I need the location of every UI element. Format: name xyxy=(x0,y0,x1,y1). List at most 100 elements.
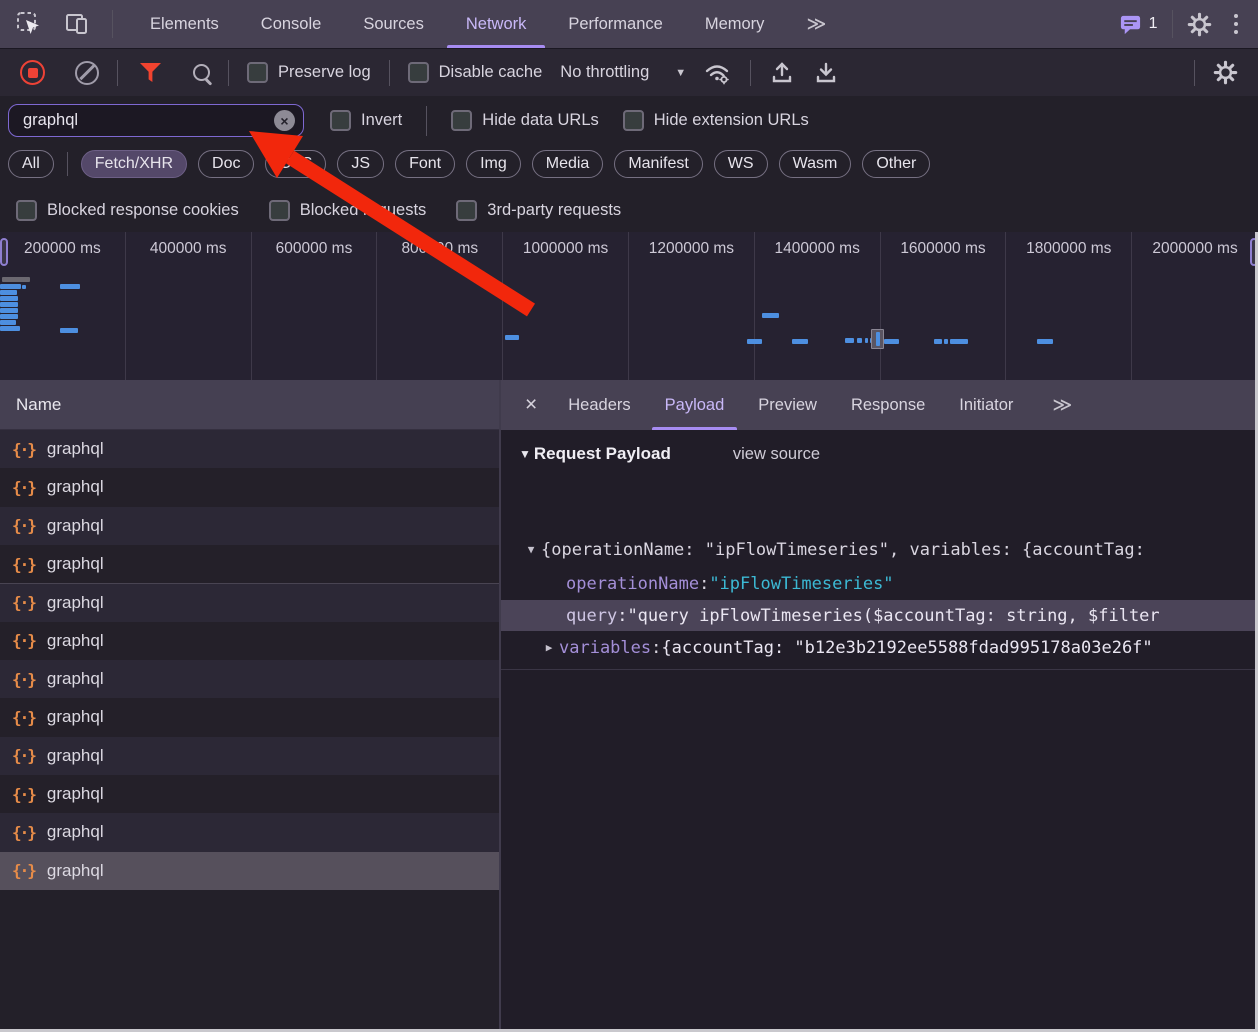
divider xyxy=(228,60,229,86)
inspect-element-icon[interactable] xyxy=(16,11,42,37)
tab-sources[interactable]: Sources xyxy=(342,0,445,48)
chip-manifest[interactable]: Manifest xyxy=(614,150,702,178)
request-row[interactable]: {·}graphql xyxy=(0,583,499,621)
chip-doc[interactable]: Doc xyxy=(198,150,254,178)
fetch-xhr-icon: {·} xyxy=(12,823,35,842)
chip-css[interactable]: CSS xyxy=(265,150,326,178)
hide-extension-urls-checkbox[interactable]: Hide extension URLs xyxy=(623,110,809,131)
blocked-requests-checkbox[interactable]: Blocked requests xyxy=(269,200,427,221)
fetch-xhr-icon: {·} xyxy=(12,746,35,765)
collapse-triangle-icon[interactable]: ▼ xyxy=(519,447,531,461)
filter-input-box[interactable]: × xyxy=(8,104,304,137)
search-icon[interactable] xyxy=(193,64,210,81)
checkbox-box xyxy=(330,110,351,131)
payload-query-line-selected[interactable]: query: "query ipFlowTimeseries($accountT… xyxy=(501,600,1258,631)
divider xyxy=(389,60,390,86)
overview-left-handle[interactable] xyxy=(0,238,8,266)
kebab-menu-icon[interactable] xyxy=(1226,14,1247,35)
checkbox-box xyxy=(456,200,477,221)
tab-network[interactable]: Network xyxy=(445,0,548,48)
tab-payload[interactable]: Payload xyxy=(648,380,742,430)
request-row[interactable]: {·}graphql xyxy=(0,468,499,506)
messages-count: 1 xyxy=(1149,15,1158,33)
chip-font[interactable]: Font xyxy=(395,150,455,178)
console-messages-badge[interactable]: 1 xyxy=(1119,13,1158,36)
throttling-dropdown[interactable]: No throttling ▼ xyxy=(560,63,686,82)
payload-operation-line[interactable]: operationName: "ipFlowTimeseries" xyxy=(501,568,1258,599)
timeline-tick: 1200000 ms xyxy=(629,232,755,380)
filter-text-input[interactable] xyxy=(21,110,255,131)
preserve-log-checkbox[interactable]: Preserve log xyxy=(247,62,371,83)
collapse-triangle-icon[interactable]: ▼ xyxy=(521,543,541,556)
disable-cache-checkbox[interactable]: Disable cache xyxy=(408,62,543,83)
fetch-xhr-icon: {·} xyxy=(12,593,35,612)
divider xyxy=(1194,60,1195,86)
filter-icon[interactable] xyxy=(140,63,161,82)
tab-response[interactable]: Response xyxy=(834,380,942,430)
chevron-double-icon: ≫ xyxy=(806,13,826,36)
chip-ws[interactable]: WS xyxy=(714,150,768,178)
tab-headers[interactable]: Headers xyxy=(551,380,647,430)
chip-js[interactable]: JS xyxy=(337,150,384,178)
filter-zone: × Invert Hide data URLs Hide extension U… xyxy=(0,96,1258,232)
close-icon[interactable]: × xyxy=(511,380,551,430)
tab-elements[interactable]: Elements xyxy=(129,0,240,48)
chip-wasm[interactable]: Wasm xyxy=(779,150,852,178)
request-row[interactable]: {·}graphql xyxy=(0,430,499,468)
tab-initiator[interactable]: Initiator xyxy=(942,380,1030,430)
chip-other[interactable]: Other xyxy=(862,150,930,178)
request-row[interactable]: {·}graphql xyxy=(0,660,499,698)
fetch-xhr-icon: {·} xyxy=(12,631,35,650)
request-row[interactable]: {·}graphql xyxy=(0,545,499,583)
timeline-tick: 1800000 ms xyxy=(1006,232,1132,380)
request-row[interactable]: {·}graphql xyxy=(0,622,499,660)
timeline-tick: 1600000 ms xyxy=(881,232,1007,380)
devtools-window: Elements Console Sources Network Perform… xyxy=(0,0,1258,1032)
settings-gear-icon[interactable] xyxy=(1187,12,1212,37)
timeline-tick: 1400000 ms xyxy=(755,232,881,380)
details-tab-bar: × Headers Payload Preview Response Initi… xyxy=(501,380,1258,430)
third-party-requests-checkbox[interactable]: 3rd-party requests xyxy=(456,200,621,221)
more-tabs-button[interactable]: ≫ xyxy=(785,0,847,48)
chevron-double-icon[interactable]: ≫ xyxy=(1052,380,1072,430)
checkbox-box xyxy=(451,110,472,131)
request-row[interactable]: {·}graphql xyxy=(0,813,499,851)
view-source-link[interactable]: view source xyxy=(733,445,820,464)
tab-preview[interactable]: Preview xyxy=(741,380,834,430)
timeline-tick: 200000 ms xyxy=(0,232,126,380)
chip-fetch-xhr[interactable]: Fetch/XHR xyxy=(81,150,187,178)
blocked-response-cookies-checkbox[interactable]: Blocked response cookies xyxy=(16,200,239,221)
chip-all[interactable]: All xyxy=(8,150,54,178)
checkbox-box xyxy=(16,200,37,221)
payload-preview-line[interactable]: ▼ {operationName: "ipFlowTimeseries", va… xyxy=(501,534,1258,565)
request-row[interactable]: {·}graphql xyxy=(0,698,499,736)
invert-checkbox[interactable]: Invert xyxy=(330,110,402,131)
tab-performance[interactable]: Performance xyxy=(547,0,683,48)
device-toolbar-icon[interactable] xyxy=(64,11,90,37)
network-conditions-icon[interactable] xyxy=(704,60,732,86)
chip-img[interactable]: Img xyxy=(466,150,521,178)
hide-data-urls-checkbox[interactable]: Hide data URLs xyxy=(451,110,598,131)
tab-memory[interactable]: Memory xyxy=(684,0,786,48)
clear-filter-icon[interactable]: × xyxy=(274,110,295,131)
request-row[interactable]: {·}graphql xyxy=(0,507,499,545)
blocked-filters-row: Blocked response cookies Blocked request… xyxy=(16,193,621,227)
record-stop-button[interactable] xyxy=(20,60,45,85)
network-settings-gear-icon[interactable] xyxy=(1213,60,1238,85)
tab-console[interactable]: Console xyxy=(240,0,343,48)
import-har-icon[interactable] xyxy=(769,60,795,86)
request-row-selected[interactable]: {·}graphql xyxy=(0,852,499,890)
payload-variables-line[interactable]: ▶ variables: {accountTag: "b12e3b2192ee5… xyxy=(501,632,1258,663)
request-row[interactable]: {·}graphql xyxy=(0,737,499,775)
requests-panel: Name {·}graphql {·}graphql {·}graphql {·… xyxy=(0,380,501,1032)
chip-media[interactable]: Media xyxy=(532,150,604,178)
fetch-xhr-icon: {·} xyxy=(12,670,35,689)
clear-network-log-button[interactable] xyxy=(75,61,99,85)
name-column-header[interactable]: Name xyxy=(0,380,499,430)
network-overview-timeline[interactable]: 200000 ms 400000 ms 600000 ms 800000 ms … xyxy=(0,232,1258,381)
request-row[interactable]: {·}graphql xyxy=(0,775,499,813)
request-details-panel: × Headers Payload Preview Response Initi… xyxy=(501,380,1258,1032)
export-har-icon[interactable] xyxy=(813,60,839,86)
expand-triangle-icon[interactable]: ▶ xyxy=(539,641,559,654)
request-payload-section-header[interactable]: ▼ Request Payload view source xyxy=(519,444,820,464)
